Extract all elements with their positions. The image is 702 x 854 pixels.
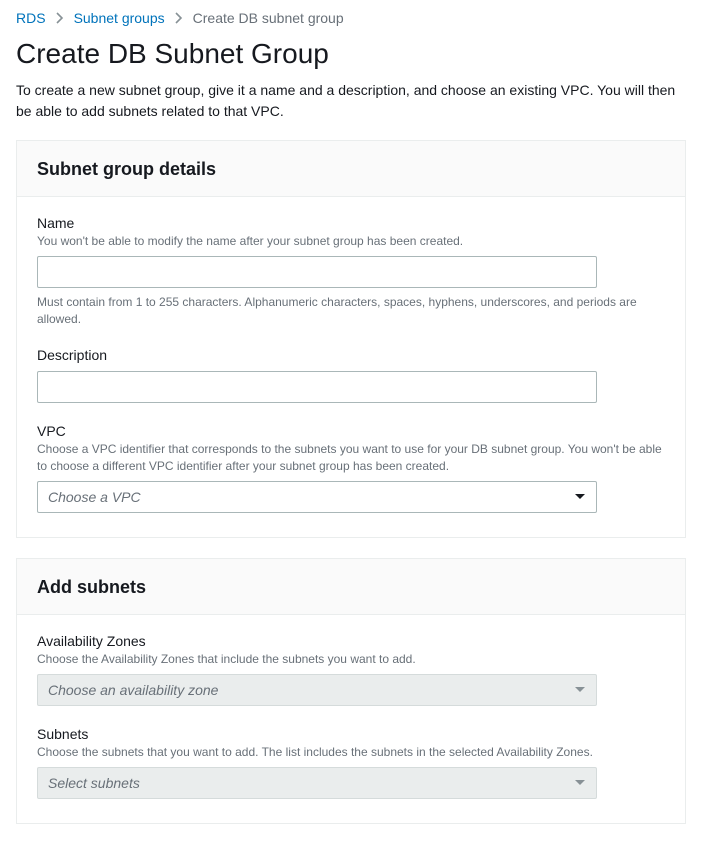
description-input[interactable] bbox=[37, 371, 597, 403]
breadcrumb-subnet-groups-link[interactable]: Subnet groups bbox=[74, 10, 165, 26]
vpc-select-placeholder: Choose a VPC bbox=[48, 489, 141, 505]
subnets-select-placeholder: Select subnets bbox=[48, 775, 140, 791]
az-select-placeholder: Choose an availability zone bbox=[48, 682, 218, 698]
breadcrumb: RDS Subnet groups Create DB subnet group bbox=[16, 10, 686, 26]
name-field: Name You won't be able to modify the nam… bbox=[37, 215, 665, 327]
vpc-field: VPC Choose a VPC identifier that corresp… bbox=[37, 423, 665, 513]
breadcrumb-current: Create DB subnet group bbox=[193, 10, 344, 26]
az-hint: Choose the Availability Zones that inclu… bbox=[37, 651, 665, 668]
add-subnets-heading: Add subnets bbox=[37, 577, 665, 598]
caret-down-icon bbox=[574, 686, 586, 694]
name-label: Name bbox=[37, 215, 665, 231]
vpc-select[interactable]: Choose a VPC bbox=[37, 481, 597, 513]
add-subnets-panel: Add subnets Availability Zones Choose th… bbox=[16, 558, 686, 824]
description-label: Description bbox=[37, 347, 665, 363]
chevron-right-icon bbox=[56, 12, 64, 24]
chevron-right-icon bbox=[175, 12, 183, 24]
details-heading: Subnet group details bbox=[37, 159, 665, 180]
vpc-hint: Choose a VPC identifier that corresponds… bbox=[37, 441, 665, 475]
az-field: Availability Zones Choose the Availabili… bbox=[37, 633, 665, 706]
breadcrumb-rds-link[interactable]: RDS bbox=[16, 10, 46, 26]
subnet-group-details-panel: Subnet group details Name You won't be a… bbox=[16, 140, 686, 538]
az-label: Availability Zones bbox=[37, 633, 665, 649]
page-description: To create a new subnet group, give it a … bbox=[16, 80, 686, 122]
name-input[interactable] bbox=[37, 256, 597, 288]
subnets-label: Subnets bbox=[37, 726, 665, 742]
vpc-label: VPC bbox=[37, 423, 665, 439]
subnets-field: Subnets Choose the subnets that you want… bbox=[37, 726, 665, 799]
az-select[interactable]: Choose an availability zone bbox=[37, 674, 597, 706]
subnets-select[interactable]: Select subnets bbox=[37, 767, 597, 799]
page-title: Create DB Subnet Group bbox=[16, 38, 686, 70]
description-field: Description bbox=[37, 347, 665, 403]
name-hint: You won't be able to modify the name aft… bbox=[37, 233, 665, 250]
name-constraint: Must contain from 1 to 255 characters. A… bbox=[37, 294, 665, 328]
caret-down-icon bbox=[574, 779, 586, 787]
caret-down-icon bbox=[574, 493, 586, 501]
subnets-hint: Choose the subnets that you want to add.… bbox=[37, 744, 665, 761]
